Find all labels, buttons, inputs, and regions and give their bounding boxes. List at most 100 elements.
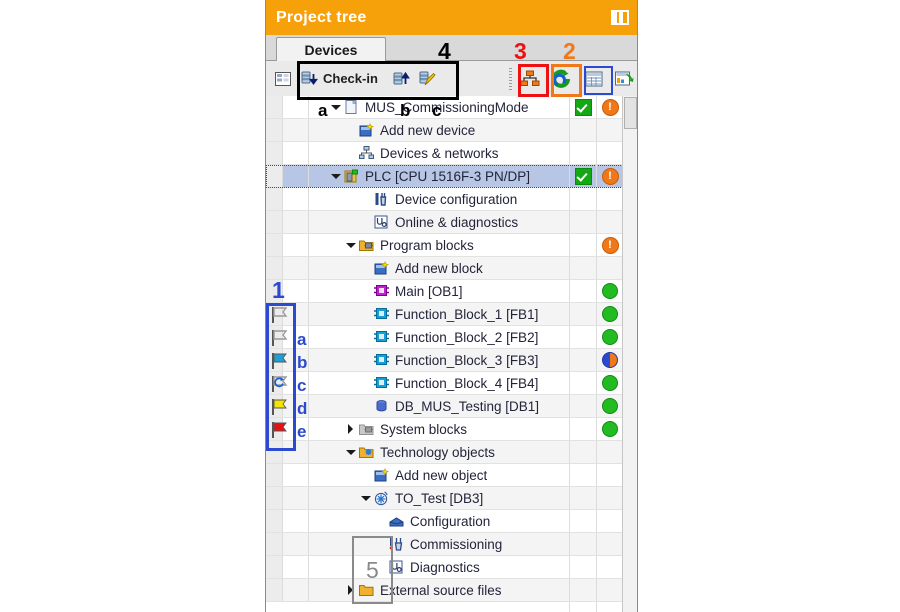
program-blocks-icon (358, 237, 375, 254)
status-cell-2: ! (596, 165, 623, 187)
system-blocks-icon (358, 421, 375, 438)
status-cell-2 (596, 119, 623, 141)
row-status-cells (569, 372, 623, 394)
check-ok-icon (574, 98, 592, 116)
to-object-icon (373, 490, 390, 507)
tree-row[interactable]: External source files (266, 579, 637, 602)
expand-toggle-icon (345, 147, 357, 159)
annotation-number-4: 4 (438, 38, 451, 64)
tree-row[interactable]: System blocks (266, 418, 637, 441)
fb-block-icon (373, 352, 390, 369)
split-panel-icon[interactable] (611, 10, 629, 25)
scrollbar-thumb[interactable] (624, 97, 637, 129)
row-status-cells (569, 326, 623, 348)
tree-row[interactable]: TO_Test [DB3] (266, 487, 637, 510)
flag-sync-icon (270, 375, 290, 393)
status-cell-1 (569, 349, 596, 371)
status-cell-1 (569, 464, 596, 486)
tree-row[interactable]: PLC [CPU 1516F-3 PN/DP]! (266, 165, 637, 188)
tree-row[interactable]: Online & diagnostics (266, 211, 637, 234)
export-table-icon[interactable] (611, 66, 637, 92)
expand-toggle-icon[interactable] (330, 170, 342, 182)
add-new-block-icon (373, 260, 390, 277)
row-status-cells (569, 280, 623, 302)
status-cell-1 (569, 96, 596, 118)
tree-row-label: External source files (380, 582, 502, 598)
row-status-cells: ! (569, 96, 623, 118)
tree-row[interactable]: DB_MUS_Testing [DB1] (266, 395, 637, 418)
tree-row[interactable]: Program blocks! (266, 234, 637, 257)
annotation-number-2: 2 (563, 38, 576, 64)
row-status-cells (569, 395, 623, 417)
toolbar-separator (509, 67, 512, 90)
warning-icon: ! (601, 98, 619, 116)
online-status-dot (602, 306, 618, 322)
status-cell-1 (569, 418, 596, 440)
tree-row[interactable]: Function_Block_4 [FB4] (266, 372, 637, 395)
warning-icon: ! (601, 236, 619, 254)
row-gutter (266, 556, 283, 578)
status-cell-2 (596, 303, 623, 325)
expand-toggle-icon (360, 308, 372, 320)
tree-row[interactable]: Diagnostics (266, 556, 637, 579)
row-gutter (266, 579, 283, 601)
tree-row[interactable]: Function_Block_3 [FB3] (266, 349, 637, 372)
tab-devices[interactable]: Devices (276, 37, 386, 61)
db-block-icon (373, 398, 390, 415)
expand-toggle-icon[interactable] (345, 423, 357, 435)
annotation-box-2 (551, 64, 582, 97)
ob-block-icon (373, 283, 390, 300)
status-cell-1 (569, 326, 596, 348)
status-cell-2 (596, 349, 623, 371)
project-overview-icon[interactable] (270, 66, 296, 92)
row-status-cells (569, 349, 623, 371)
annotation-number-5: 5 (366, 557, 379, 583)
tree-row[interactable]: Devices & networks (266, 142, 637, 165)
tree-row[interactable]: Main [OB1] (266, 280, 637, 303)
status-cell-2 (596, 280, 623, 302)
row-gutter-2 (283, 533, 309, 555)
tree-row-label: Function_Block_4 [FB4] (395, 375, 539, 391)
project-tree-list[interactable]: MUS_CommissioningMode! Add new device Devi… (266, 96, 637, 612)
tree-row[interactable]: Add new block (266, 257, 637, 280)
row-gutter-2 (283, 556, 309, 578)
row-gutter-2 (283, 487, 309, 509)
row-status-cells (569, 579, 623, 601)
flag-outline-gray-icon (270, 329, 290, 347)
status-cell-2 (596, 418, 623, 440)
expand-toggle-icon[interactable] (360, 492, 372, 504)
row-status-cells (569, 257, 623, 279)
tree-row[interactable]: Device configuration (266, 188, 637, 211)
status-cell-2 (596, 510, 623, 532)
expand-toggle-icon[interactable] (345, 239, 357, 251)
tree-row[interactable]: Configuration (266, 510, 637, 533)
expand-toggle-icon (360, 377, 372, 389)
expand-toggle-icon (360, 193, 372, 205)
tree-row[interactable]: Technology objects (266, 441, 637, 464)
online-status-dot (602, 329, 618, 345)
status-cell-1 (569, 579, 596, 601)
tree-row[interactable]: Commissioning (266, 533, 637, 556)
expand-toggle-icon (345, 124, 357, 136)
tree-row[interactable]: Add new device (266, 119, 637, 142)
status-cell-1 (569, 142, 596, 164)
panel-titlebar: Project tree (266, 0, 637, 35)
plc-icon (343, 168, 360, 185)
annotation-box-tagtable (584, 66, 613, 95)
expand-toggle-icon[interactable] (330, 101, 342, 113)
annotation-box-3 (518, 64, 549, 97)
tree-row-label: Function_Block_3 [FB3] (395, 352, 539, 368)
online-status-dot (602, 421, 618, 437)
status-cell-2 (596, 441, 623, 463)
flag-yellow-icon (270, 398, 290, 416)
status-cell-2 (596, 556, 623, 578)
expand-toggle-icon[interactable] (345, 446, 357, 458)
status-cell-1 (569, 280, 596, 302)
row-gutter (266, 234, 283, 256)
annotation-letter-toolbar-c: c (432, 101, 442, 120)
row-gutter (266, 119, 283, 141)
tree-row[interactable]: Add new object (266, 464, 637, 487)
tree-row[interactable]: Function_Block_2 [FB2] (266, 326, 637, 349)
vertical-scrollbar[interactable] (622, 96, 637, 612)
tree-row[interactable]: Function_Block_1 [FB1] (266, 303, 637, 326)
